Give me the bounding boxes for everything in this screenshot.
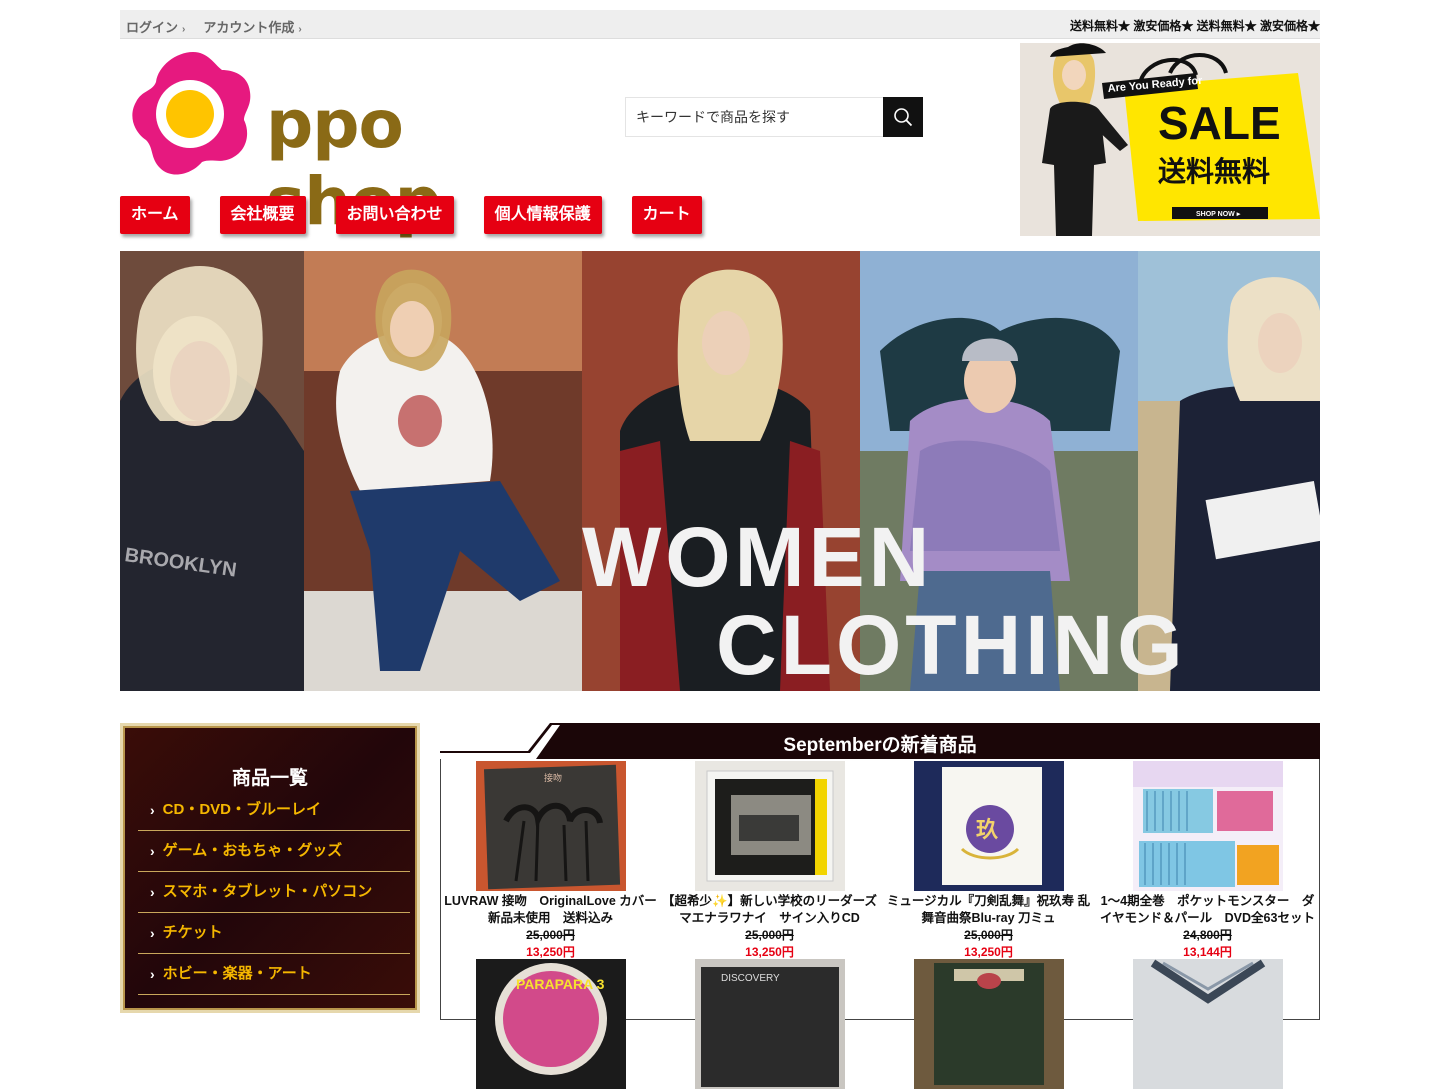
product-image[interactable] [1132,761,1283,891]
product-grid: 接吻 LUVRAW 接吻 OriginalLove カバー新品未使用 送料込み … [440,759,1320,1089]
product-image[interactable] [1132,959,1283,1089]
product-old-price: 25,000円 [526,928,575,942]
product-card[interactable]: 【超希少✨】新しい学校のリーダーズ マエナラワナイ サイン入りCD 25,000… [660,761,879,961]
chevron-right-icon: › [150,884,155,900]
hero-title-line2: CLOTHING [716,598,1187,691]
product-image[interactable]: 接吻 [475,761,626,891]
svg-text:玖: 玖 [976,817,999,843]
product-photo-8 [1132,959,1283,1089]
product-image[interactable]: 玖 [913,761,1064,891]
hero-banner[interactable]: BROOKLYN WOMEN CLOTHING [120,251,1320,691]
login-link[interactable]: ログイン › [126,17,185,36]
product-name[interactable]: LUVRAW 接吻 OriginalLove カバー新品未使用 送料込み [441,893,660,927]
product-name[interactable]: ミュージカル『刀剣乱舞』祝玖寿 乱舞音曲祭Blu-ray 刀ミュ [879,893,1098,927]
logo[interactable]: ppo shop [128,48,518,240]
search-button[interactable] [883,97,923,137]
category-label: ホビー・楽器・アート [162,965,312,982]
chevron-right-icon: › [298,24,302,35]
category-title: 商品一覧 [231,768,308,789]
product-photo-4 [1132,761,1283,891]
product-image[interactable] [694,761,845,891]
product-card[interactable] [1098,959,1317,1089]
nav-privacy[interactable]: 個人情報保護 [483,196,602,234]
product-card[interactable] [879,959,1098,1089]
category-item-ticket[interactable]: › チケット [138,913,410,954]
product-card[interactable]: DISCOVERY [660,959,879,1089]
chevron-right-icon: › [150,925,155,941]
sale-banner-graphic: Are You Ready for SALE 送料無料 SHOP NOW ▸ [1020,43,1320,236]
category-item-hobby[interactable]: › ホビー・楽器・アート [138,954,410,995]
ad-cta: SHOP NOW ▸ [1196,211,1241,218]
product-image[interactable]: PARAPARA 3 [475,959,626,1089]
svg-text:PARAPARA 3: PARAPARA 3 [516,976,605,992]
register-link[interactable]: アカウント作成 › [203,17,301,36]
product-photo-3: 玖 [913,761,1064,891]
category-sidebar: 商品一覧 › CD・DVD・ブルーレイ › ゲーム・おもちゃ・グッズ › スマホ・タブ… [120,723,420,1013]
nav-contact[interactable]: お問い合わせ [335,196,454,234]
svg-text:接吻: 接吻 [544,772,562,784]
nav-home[interactable]: ホーム [120,196,190,234]
product-photo-2 [694,761,845,891]
chevron-right-icon: › [150,843,155,859]
product-old-price: 25,000円 [745,928,794,942]
chevron-right-icon: › [150,966,155,982]
chevron-right-icon: › [182,24,186,35]
product-image[interactable] [913,959,1064,1089]
category-label: CD・DVD・ブルーレイ [162,801,322,818]
ad-line3: 送料無料 [1158,155,1270,188]
hero-title-line1: WOMEN [582,510,934,604]
ad-line2: SALE [1158,97,1281,149]
product-card[interactable]: 玖 ミュージカル『刀剣乱舞』祝玖寿 乱舞音曲祭Blu-ray 刀ミュ 25,00… [879,761,1098,961]
search-box [625,97,923,137]
new-products-title: Septemberの新着商品 [783,735,977,756]
product-name[interactable]: 1〜4期全巻 ポケットモンスター ダイヤモンド＆パール DVD全63セット [1098,893,1317,927]
search-icon [894,108,913,127]
category-item-games[interactable]: › ゲーム・おもちゃ・グッズ [138,831,410,872]
sale-banner[interactable]: Are You Ready for SALE 送料無料 SHOP NOW ▸ [1020,43,1320,236]
product-photo-1: 接吻 [475,761,626,891]
new-products-header: Septemberの新着商品 [440,723,1320,759]
product-card[interactable]: 接吻 LUVRAW 接吻 OriginalLove カバー新品未使用 送料込み … [441,761,660,961]
login-label: ログイン [126,20,179,35]
nav-cart[interactable]: カート [631,196,702,234]
marquee-text: 送料無料★ 激安価格★ 送料無料★ 激安価格★ [1069,19,1320,33]
search-input[interactable] [626,98,884,136]
category-item-cd-dvd[interactable]: › CD・DVD・ブルーレイ [138,790,410,831]
category-label: スマホ・タブレット・パソコン [162,883,373,900]
category-item-smartphone[interactable]: › スマホ・タブレット・パソコン [138,872,410,913]
product-photo-5: PARAPARA 3 [475,959,626,1089]
product-old-price: 24,800円 [1183,928,1232,942]
category-panel: 商品一覧 › CD・DVD・ブルーレイ › ゲーム・おもちゃ・グッズ › スマホ・タブ… [123,726,417,1010]
main-nav: ホーム 会社概要 お問い合わせ 個人情報保護 カート [120,196,732,234]
product-photo-6: DISCOVERY [694,959,845,1089]
product-image[interactable]: DISCOVERY [694,959,845,1089]
product-old-price: 25,000円 [964,928,1013,942]
chevron-right-icon: › [150,802,155,818]
logo-flower-icon [132,52,251,175]
category-label: ゲーム・おもちゃ・グッズ [162,842,343,859]
category-list: › CD・DVD・ブルーレイ › ゲーム・おもちゃ・グッズ › スマホ・タブレット・パ… [138,790,410,995]
product-photo-7 [913,959,1064,1089]
category-label: チケット [162,924,223,941]
svg-text:DISCOVERY: DISCOVERY [721,973,780,984]
product-card[interactable]: 1〜4期全巻 ポケットモンスター ダイヤモンド＆パール DVD全63セット 24… [1098,761,1317,961]
product-name[interactable]: 【超希少✨】新しい学校のリーダーズ マエナラワナイ サイン入りCD [660,893,879,927]
nav-company[interactable]: 会社概要 [219,196,306,234]
register-label: アカウント作成 [203,20,295,35]
product-card[interactable]: PARAPARA 3 [441,959,660,1089]
top-bar: ログイン › アカウント作成 › 送料無料★ 激安価格★ 送料無料★ 激安価格★ [120,10,1320,39]
